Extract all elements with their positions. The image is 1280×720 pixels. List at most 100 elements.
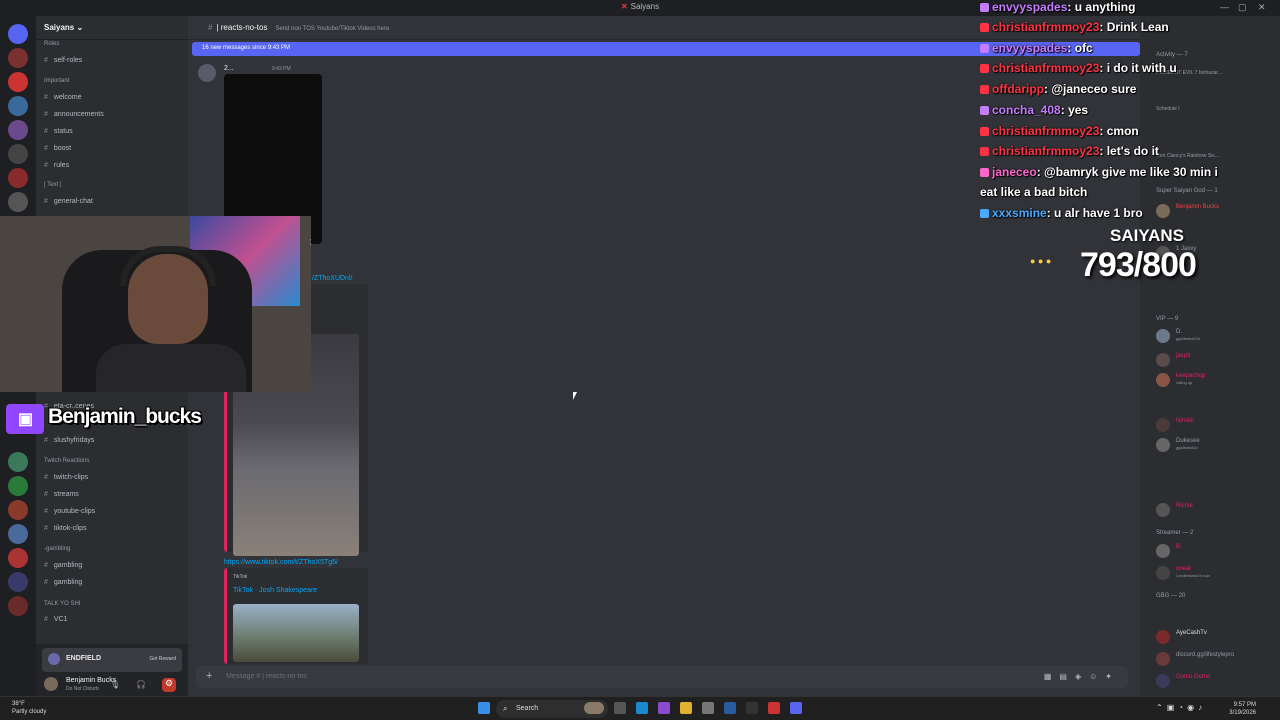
channel-item[interactable]: # gambling <box>44 562 82 569</box>
member-group: Streamer — 2 <box>1156 530 1194 536</box>
member-item[interactable]: Gomo Gomo <box>1156 674 1276 688</box>
message-input[interactable]: + Message # | reacts-no-tos ▦▤◈☺✦ <box>196 666 1128 688</box>
server-icon[interactable] <box>8 72 28 92</box>
add-attachment-icon[interactable]: + <box>206 670 212 682</box>
channel-item[interactable]: # slushyfridays <box>44 437 94 444</box>
message-placeholder: Message # | reacts-no-tos <box>226 673 307 680</box>
server-icon[interactable] <box>8 452 28 472</box>
embed-title[interactable]: TikTok · Josh Shakespeare <box>233 587 317 594</box>
member-item[interactable]: Dukesee gg/district10 <box>1156 438 1276 452</box>
chat-message: eat like a bad bitch <box>980 185 1088 199</box>
settings-app-icon[interactable] <box>702 702 714 714</box>
member-item[interactable]: AyeCashTv <box>1156 630 1276 644</box>
sub-goal-title: SAIYANS <box>1110 226 1185 245</box>
discord-icon[interactable] <box>790 702 802 714</box>
channel-item[interactable]: # announcements <box>44 111 104 118</box>
channel-category[interactable]: Roles <box>44 41 59 47</box>
app-icon[interactable] <box>724 702 736 714</box>
member-item[interactable]: D. gg/district10d <box>1156 329 1276 343</box>
server-icon[interactable] <box>8 168 28 188</box>
server-icon[interactable] <box>8 144 28 164</box>
channel-label: status <box>53 128 73 135</box>
member-name: B. <box>1176 544 1182 550</box>
avatar <box>1156 418 1170 432</box>
chat-message: i do it with u <box>1106 61 1177 75</box>
member-item[interactable]: B. <box>1156 544 1276 558</box>
steam-icon[interactable] <box>746 702 758 714</box>
server-icon[interactable] <box>8 48 28 68</box>
member-item[interactable]: jasp9 <box>1156 353 1276 367</box>
video-thumbnail[interactable] <box>233 604 359 662</box>
search-label: Search <box>516 705 539 712</box>
channel-item[interactable]: # streams <box>44 491 79 498</box>
server-icon[interactable] <box>8 120 28 140</box>
member-item[interactable]: Richie <box>1156 503 1276 517</box>
mouse-cursor <box>573 392 577 400</box>
tray-icons[interactable]: ⌃▣◔◉♪ <box>1156 703 1206 712</box>
channel-item[interactable]: # youtube-clips <box>44 508 95 515</box>
clock[interactable]: 9:57 PM 3/19/2026 <box>1229 701 1256 717</box>
hash-icon: # <box>44 437 48 444</box>
edge-icon[interactable] <box>636 702 648 714</box>
avatar[interactable] <box>198 64 216 82</box>
server-icon[interactable] <box>8 500 28 520</box>
tiktok-link[interactable]: https://www.tiktok.com/t/ZThoX5Tg5/ <box>224 559 338 566</box>
gear-icon[interactable]: ⚙ <box>162 678 176 692</box>
channel-category[interactable]: Twitch Reactions <box>44 458 89 464</box>
channel-item[interactable]: # general-chat <box>44 198 93 205</box>
avatar <box>1156 674 1170 688</box>
member-name: jasp9 <box>1176 353 1191 359</box>
server-icon[interactable] <box>8 24 28 44</box>
member-item[interactable]: discord.gg/lifestylepro <box>1156 652 1276 666</box>
embed-link[interactable]: /ZThoXUDnl/ <box>312 275 352 282</box>
weather-widget[interactable]: 38°F Partly cloudy <box>12 700 46 716</box>
weather-desc: Partly cloudy <box>12 709 47 715</box>
headphones-icon[interactable]: 🎧 <box>136 680 146 689</box>
member-item[interactable]: Ninskii <box>1156 418 1276 432</box>
server-icon[interactable] <box>8 572 28 592</box>
channel-item[interactable]: # self-roles <box>44 57 82 64</box>
channel-category[interactable]: TALK YO SHI <box>44 601 80 607</box>
channel-label: tiktok-clips <box>53 525 87 532</box>
channel-item[interactable]: # welcome <box>44 94 82 101</box>
message-author[interactable]: 2... <box>224 65 234 72</box>
start-icon[interactable] <box>478 702 490 714</box>
member-item[interactable]: oneal i understand it now <box>1156 566 1276 580</box>
badge-icon <box>980 209 989 218</box>
widget-icon[interactable] <box>584 702 604 714</box>
channel-category[interactable]: | Text | <box>44 182 61 188</box>
channel-item[interactable]: # gambling <box>44 579 82 586</box>
channel-item[interactable]: # tiktok-clips <box>44 525 87 532</box>
channel-item[interactable]: # boost <box>44 145 71 152</box>
channel-category[interactable]: -gambling <box>44 546 70 552</box>
channel-item[interactable]: # twitch-clips <box>44 474 88 481</box>
get-reward-button[interactable]: Get Reward <box>149 656 176 662</box>
server-icon[interactable] <box>8 96 28 116</box>
folder-icon[interactable] <box>680 702 692 714</box>
chat-message: cmon <box>1106 124 1139 138</box>
chat-message: @janeceo sure <box>1051 82 1137 96</box>
app-icon[interactable] <box>658 702 670 714</box>
task-view-icon[interactable] <box>614 702 626 714</box>
channel-label: boost <box>53 145 72 152</box>
channel-category[interactable]: Important <box>44 78 69 84</box>
server-icon[interactable] <box>8 524 28 544</box>
server-icon[interactable] <box>8 596 28 616</box>
composer-tools[interactable]: ▦▤◈☺✦ <box>1044 672 1120 681</box>
channel-item[interactable]: # rules <box>44 162 69 169</box>
channel-item[interactable]: # VC1 <box>44 616 68 623</box>
browser-icon[interactable] <box>768 702 780 714</box>
server-icon[interactable] <box>8 548 28 568</box>
hash-icon: # <box>44 57 48 64</box>
member-item[interactable]: keepachop rolling up <box>1156 373 1276 387</box>
promo-banner[interactable]: ENDFIELD Get Reward <box>42 648 182 672</box>
channel-name: | reacts-no-tos <box>216 23 268 32</box>
avatar[interactable] <box>44 677 58 691</box>
channel-item[interactable]: # status <box>44 128 73 135</box>
chat-line: christianfrmmoy23: let's do it <box>980 144 1159 158</box>
mic-icon[interactable]: 🎙 <box>110 680 120 689</box>
member-group: GBG — 20 <box>1156 593 1186 599</box>
server-icon[interactable] <box>8 192 28 212</box>
server-icon[interactable] <box>8 476 28 496</box>
server-header[interactable]: Saiyans ⌄ <box>36 16 188 40</box>
